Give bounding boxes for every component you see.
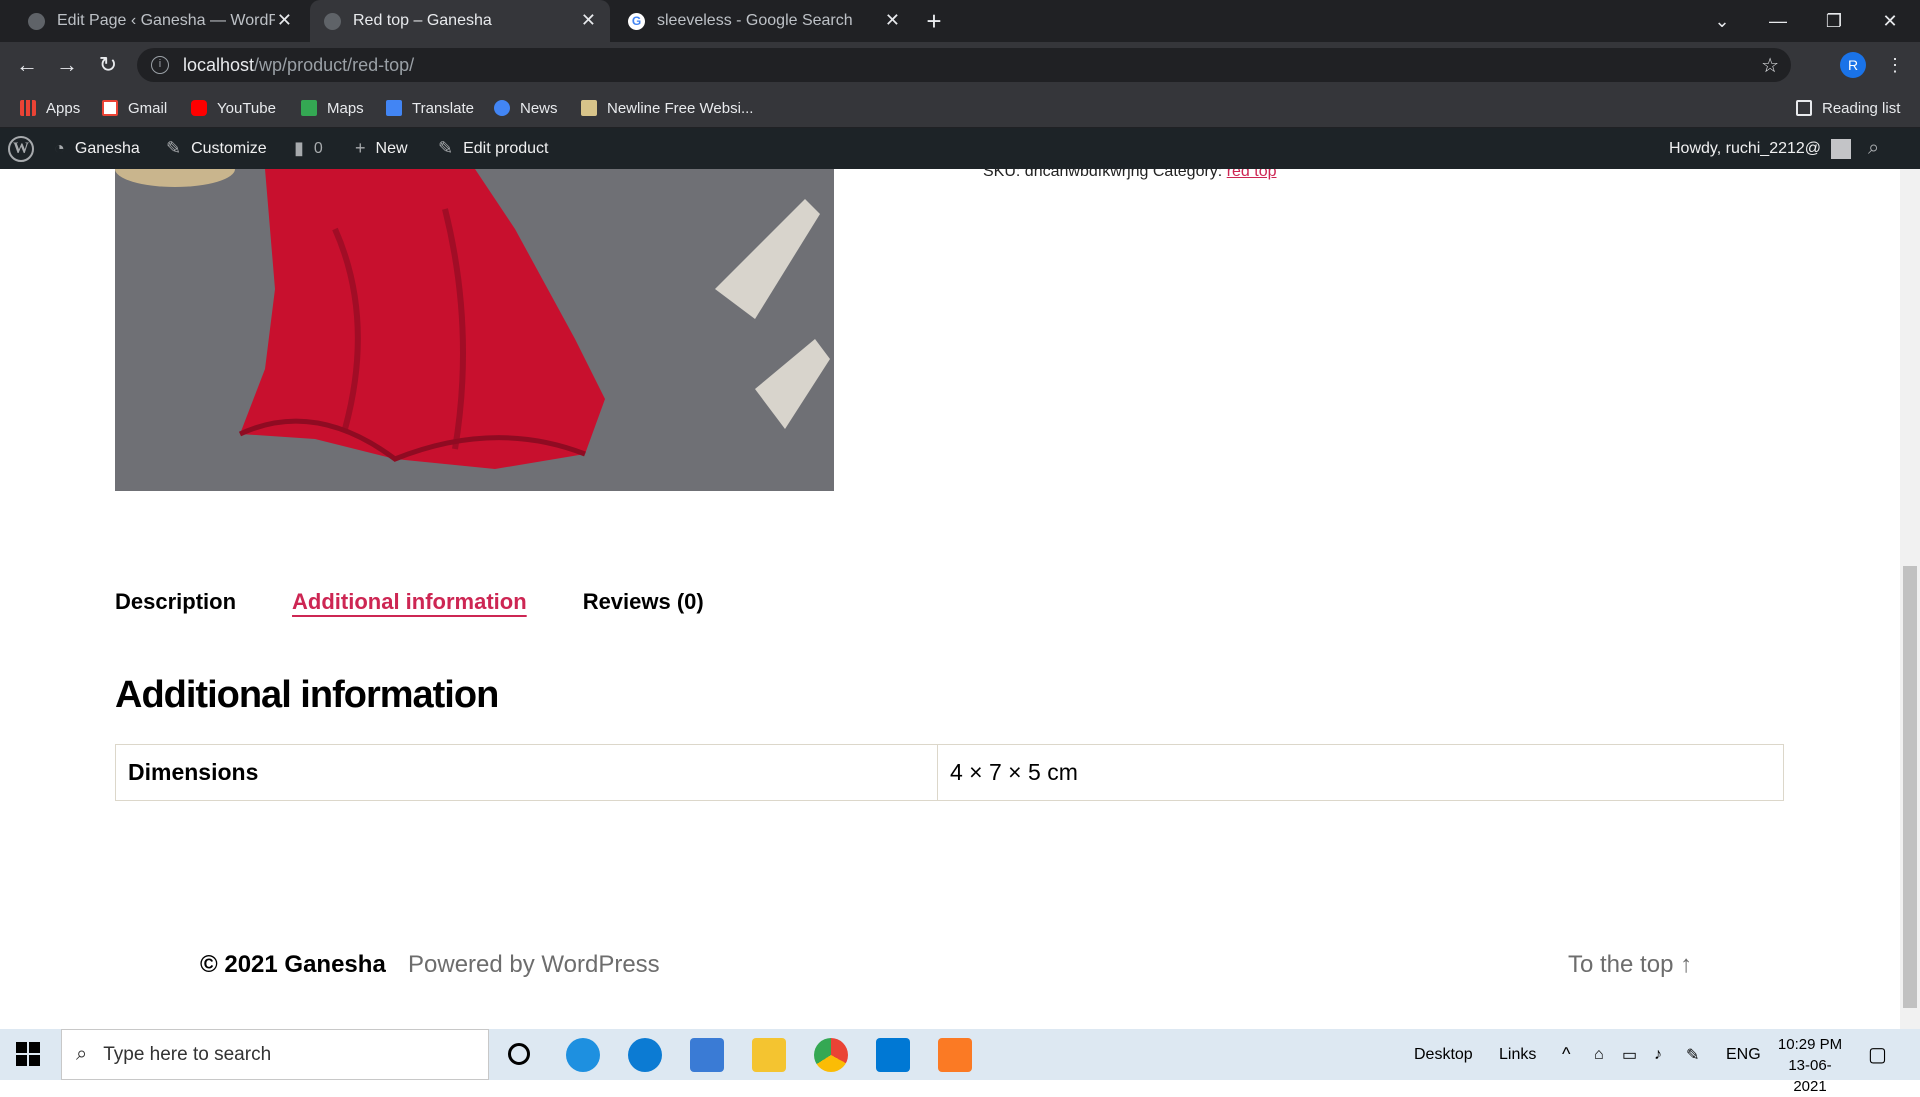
- profile-avatar[interactable]: R: [1840, 52, 1866, 78]
- new-tab-button[interactable]: +: [906, 0, 962, 42]
- language-indicator[interactable]: ENG: [1726, 1029, 1761, 1080]
- control-panel-icon[interactable]: [690, 1038, 724, 1072]
- tab-description[interactable]: Description: [115, 589, 236, 615]
- brush-icon: ✎: [166, 138, 182, 158]
- battery-icon[interactable]: ▭: [1622, 1029, 1637, 1080]
- tab-reviews[interactable]: Reviews (0): [583, 589, 704, 615]
- attribute-name: Dimensions: [115, 744, 938, 801]
- site-info-icon[interactable]: i: [151, 56, 169, 74]
- gmail-icon: [102, 100, 118, 116]
- browser-toolbar: ← → ↻ i localhost/wp/product/red-top/ ☆ …: [0, 42, 1920, 88]
- bookmark-star-icon[interactable]: ☆: [1761, 53, 1779, 78]
- address-bar[interactable]: i localhost/wp/product/red-top/ ☆: [137, 48, 1791, 82]
- product-page: SKU: dncahwbdfkwrjng Category: red top D…: [0, 169, 1900, 1029]
- tab-search-icon[interactable]: ⌄: [1694, 0, 1750, 42]
- product-image[interactable]: [115, 169, 834, 491]
- edge-icon[interactable]: [628, 1038, 662, 1072]
- to-the-top-link[interactable]: To the top ↑: [1568, 951, 1692, 979]
- notification-icon[interactable]: ▢: [1868, 1029, 1887, 1080]
- search-icon: ⌕: [76, 1043, 88, 1065]
- wordpress-logo-icon[interactable]: W: [8, 128, 34, 169]
- minimize-icon[interactable]: —: [1750, 0, 1806, 42]
- bookmarks-bar: Apps Gmail YouTube Maps Translate News N…: [0, 88, 1920, 128]
- wp-account[interactable]: Howdy, ruchi_2212@: [1669, 128, 1852, 169]
- restore-icon[interactable]: ❐: [1806, 0, 1862, 42]
- tab-edit-page[interactable]: Edit Page ‹ Ganesha — WordPress ✕: [14, 0, 306, 42]
- browser-tab-strip: Edit Page ‹ Ganesha — WordPress ✕ Red to…: [0, 0, 1920, 42]
- maps-icon: [301, 100, 317, 116]
- youtube-icon: [191, 100, 207, 116]
- copyright[interactable]: © 2021 Ganesha: [200, 951, 386, 979]
- close-tab-icon[interactable]: ✕: [885, 10, 900, 31]
- bookmark-apps[interactable]: Apps: [20, 96, 80, 120]
- cortana-icon[interactable]: [508, 1043, 530, 1065]
- avatar: [1831, 138, 1852, 159]
- network-icon[interactable]: ⌂: [1594, 1029, 1604, 1080]
- close-window-icon[interactable]: ✕: [1862, 0, 1918, 42]
- table-row: Dimensions 4 × 7 × 5 cm: [115, 744, 1784, 801]
- wordpress-favicon-icon: [324, 12, 341, 30]
- wp-comments[interactable]: ▮ 0: [294, 128, 323, 169]
- wp-edit-product[interactable]: ✎ Edit product: [438, 128, 548, 169]
- back-icon[interactable]: ←: [12, 50, 42, 80]
- vscode-icon[interactable]: [876, 1038, 910, 1072]
- taskbar-search-input[interactable]: ⌕ Type here to search: [61, 1029, 489, 1080]
- windows-start-icon[interactable]: [16, 1042, 40, 1066]
- forward-icon[interactable]: →: [52, 50, 82, 80]
- tab-additional-information[interactable]: Additional information: [292, 589, 527, 615]
- powered-by-link[interactable]: Powered by WordPress: [408, 951, 660, 979]
- clock[interactable]: 10:29 PM 13-06-2021: [1772, 1034, 1848, 1097]
- xampp-icon[interactable]: [938, 1038, 972, 1072]
- close-tab-icon[interactable]: ✕: [581, 10, 596, 31]
- reload-icon[interactable]: ↻: [93, 50, 123, 80]
- menu-kebab-icon[interactable]: ⋮: [1880, 50, 1910, 80]
- bookmark-gmail[interactable]: Gmail: [102, 96, 167, 120]
- dashboard-icon: ◔: [54, 138, 65, 158]
- news-icon: [494, 100, 510, 116]
- bookmark-youtube[interactable]: YouTube: [191, 96, 276, 120]
- bookmark-maps[interactable]: Maps: [301, 96, 364, 120]
- close-tab-icon[interactable]: ✕: [277, 10, 292, 31]
- site-footer: © 2021 Ganesha Powered by WordPress To t…: [0, 951, 1900, 991]
- reading-list-button[interactable]: Reading list: [1796, 96, 1900, 120]
- pen-icon[interactable]: ✎: [1686, 1029, 1699, 1080]
- bookmark-news[interactable]: News: [494, 96, 558, 120]
- wp-customize[interactable]: ✎ Customize: [166, 128, 267, 169]
- attributes-table: Dimensions 4 × 7 × 5 cm: [115, 744, 1784, 801]
- bookmark-newline[interactable]: Newline Free Websi...: [581, 96, 753, 120]
- plus-icon: +: [355, 138, 366, 158]
- chrome-icon[interactable]: [814, 1038, 848, 1072]
- file-explorer-icon[interactable]: [752, 1038, 786, 1072]
- folder-icon: [581, 100, 597, 116]
- google-favicon-icon: G: [628, 12, 645, 30]
- wp-new[interactable]: + New: [355, 128, 408, 169]
- attribute-value: 4 × 7 × 5 cm: [937, 744, 1784, 801]
- reading-list-icon: [1796, 100, 1812, 116]
- tab-red-top[interactable]: Red top – Ganesha ✕: [310, 0, 610, 42]
- pencil-icon: ✎: [438, 138, 454, 158]
- tray-chevron-icon[interactable]: ^: [1562, 1029, 1570, 1080]
- translate-icon: [386, 100, 402, 116]
- volume-icon[interactable]: ♪: [1654, 1029, 1662, 1080]
- search-icon[interactable]: ⌕: [1868, 128, 1879, 169]
- wp-admin-bar: W ◔ Ganesha ✎ Customize ▮ 0 + New ✎ Edit…: [0, 128, 1920, 169]
- red-dress-image: [115, 169, 834, 491]
- desktop-toolbar[interactable]: Desktop: [1414, 1029, 1473, 1080]
- category-link[interactable]: red top: [1227, 169, 1277, 180]
- scrollbar-thumb[interactable]: [1903, 566, 1917, 1008]
- apps-grid-icon: [20, 100, 36, 116]
- tab-google-search[interactable]: G sleeveless - Google Search ✕: [614, 0, 914, 42]
- bookmark-translate[interactable]: Translate: [386, 96, 474, 120]
- product-meta: SKU: dncahwbdfkwrjng Category: red top: [983, 169, 1277, 181]
- comment-icon: ▮: [294, 138, 304, 158]
- wordpress-favicon-icon: [28, 12, 45, 30]
- section-heading: Additional information: [115, 674, 499, 716]
- product-tabs: Description Additional information Revie…: [115, 589, 760, 615]
- wp-site-name[interactable]: ◔ Ganesha: [54, 128, 140, 169]
- links-toolbar[interactable]: Links: [1499, 1029, 1536, 1080]
- internet-explorer-icon[interactable]: [566, 1038, 600, 1072]
